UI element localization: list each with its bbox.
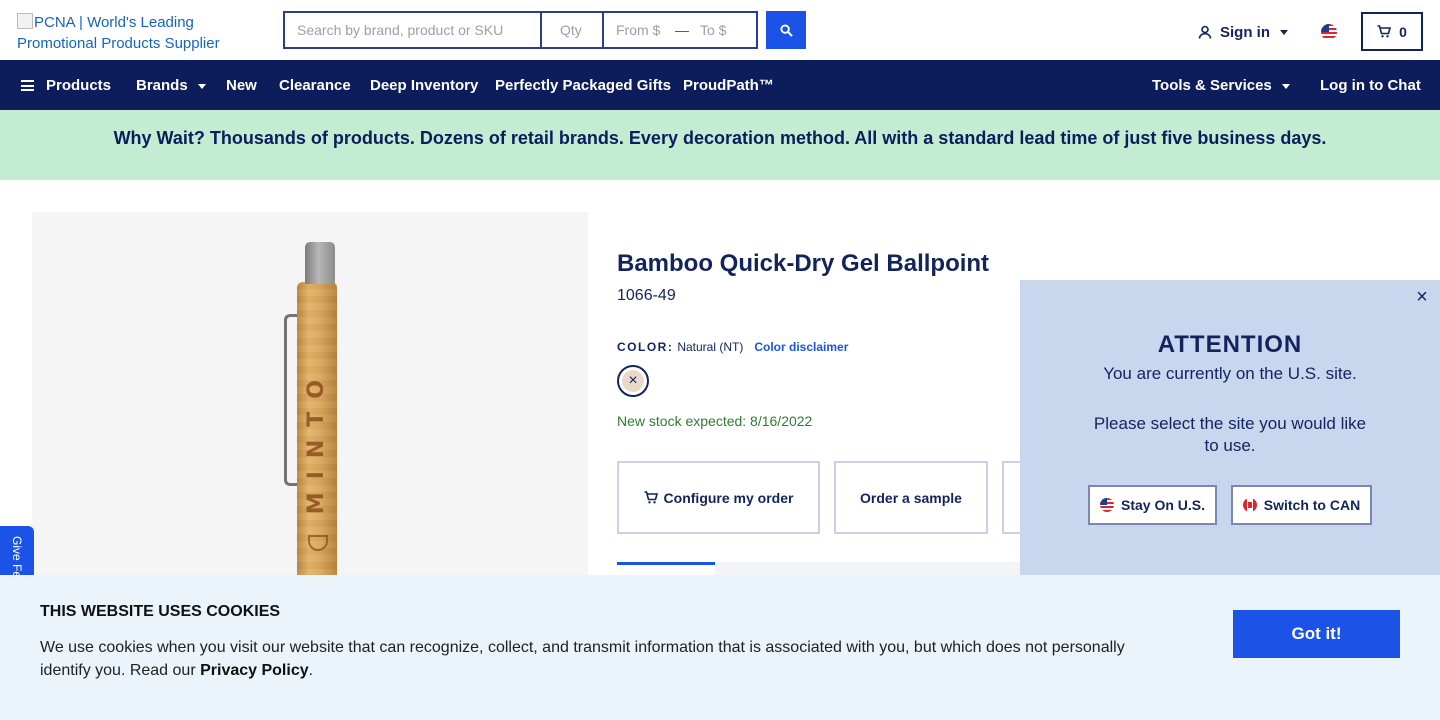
qty-input[interactable]: Qty	[542, 13, 604, 47]
cookie-banner: THIS WEBSITE USES COOKIES We use cookies…	[0, 575, 1440, 720]
site-selector-modal: ATTENTION You are currently on the U.S. …	[1020, 280, 1440, 580]
stock-message: New stock expected: 8/16/2022	[617, 413, 813, 429]
nav-tools-label: Tools & Services	[1152, 76, 1272, 94]
hamburger-icon	[21, 79, 34, 91]
cart-count: 0	[1399, 23, 1407, 40]
chevron-down-icon	[1281, 83, 1290, 89]
order-sample-button[interactable]: Order a sample	[834, 461, 988, 534]
color-value: Natural (NT)	[677, 340, 744, 354]
configure-order-button[interactable]: Configure my order	[617, 461, 820, 534]
product-title: Bamboo Quick-Dry Gel Ballpoint	[617, 250, 990, 277]
product-image[interactable]: MINTO	[32, 212, 588, 582]
nav-proudpath[interactable]: ProudPath™	[683, 60, 774, 110]
product-sku: 1066-49	[617, 287, 676, 304]
pen-clip	[284, 314, 298, 486]
cart-button[interactable]: 0	[1361, 12, 1423, 51]
color-swatch-natural[interactable]	[617, 365, 649, 397]
chevron-down-icon	[197, 83, 206, 89]
flag-us-icon	[1099, 498, 1114, 512]
price-range-separator: —	[675, 22, 689, 38]
user-icon	[1198, 25, 1212, 39]
logo-alt-text: PCNA | World's Leading Promotional Produ…	[17, 14, 220, 52]
cart-icon	[644, 491, 658, 504]
flag-us-icon[interactable]	[1321, 24, 1337, 40]
modal-message-current-site: You are currently on the U.S. site.	[1103, 364, 1357, 383]
tab-bar	[715, 562, 1020, 575]
cookie-text: We use cookies when you visit our websit…	[40, 636, 1150, 682]
nav-new[interactable]: New	[226, 60, 257, 110]
active-tab-indicator	[617, 562, 715, 565]
cookie-title: THIS WEBSITE USES COOKIES	[40, 603, 281, 620]
stay-on-us-label: Stay On U.S.	[1120, 497, 1206, 513]
pen-imprint-text: MINTO	[304, 367, 329, 515]
search-button[interactable]	[766, 11, 806, 49]
close-icon[interactable]: ×	[1413, 287, 1431, 307]
color-disclaimer-link[interactable]: Color disclaimer	[754, 340, 848, 354]
color-label: COLOR:	[617, 340, 674, 354]
nav-deep-inventory[interactable]: Deep Inventory	[370, 60, 478, 110]
color-row: COLOR: Natural (NT) Color disclaimer	[617, 340, 848, 354]
sign-in-menu[interactable]: Sign in	[1198, 20, 1288, 44]
feedback-label: Give Fe	[10, 536, 24, 579]
modal-title: ATTENTION	[1157, 331, 1303, 358]
search-input[interactable]: Search by brand, product or SKU	[285, 13, 542, 47]
main-nav: Products Brands New Clearance Deep Inven…	[0, 60, 1440, 110]
top-header: PCNA | World's Leading Promotional Produ…	[0, 0, 1440, 60]
switch-to-can-button[interactable]: Switch to CAN	[1231, 485, 1372, 525]
chevron-down-icon	[1280, 29, 1288, 35]
promo-banner-text: Why Wait? Thousands of products. Dozens …	[113, 127, 1327, 148]
promo-banner: Why Wait? Thousands of products. Dozens …	[0, 110, 1440, 180]
cookie-accept-button[interactable]: Got it!	[1233, 610, 1400, 658]
nav-tools-services[interactable]: Tools & Services	[1152, 60, 1290, 110]
cart-icon	[1377, 25, 1392, 38]
nav-products-label: Products	[46, 76, 112, 94]
search-form: Search by brand, product or SKU Qty From…	[283, 11, 758, 49]
site-logo[interactable]: PCNA | World's Leading Promotional Produ…	[17, 12, 267, 54]
sign-in-label: Sign in	[1220, 23, 1270, 41]
nav-brands[interactable]: Brands	[136, 60, 206, 110]
search-icon	[779, 23, 793, 37]
log-in-to-chat-link[interactable]: Log in to Chat	[1320, 60, 1421, 110]
modal-message-select: Please select the site you would like to…	[1093, 414, 1367, 455]
broken-image-icon	[17, 13, 33, 29]
cookie-text-end: .	[308, 662, 314, 679]
pen-cap	[305, 242, 335, 284]
nav-perfectly-packaged-gifts[interactable]: Perfectly Packaged Gifts	[495, 60, 671, 110]
price-from-input[interactable]: From $	[604, 13, 672, 47]
nav-brands-label: Brands	[136, 76, 188, 94]
configure-order-label: Configure my order	[663, 489, 794, 506]
nav-products[interactable]: Products	[21, 60, 111, 110]
flag-ca-icon	[1242, 498, 1257, 512]
privacy-policy-link[interactable]: Privacy Policy	[200, 662, 309, 679]
price-to-input[interactable]: To $	[692, 13, 752, 47]
switch-to-can-label: Switch to CAN	[1263, 497, 1361, 513]
nav-clearance[interactable]: Clearance	[279, 60, 351, 110]
stay-on-us-button[interactable]: Stay On U.S.	[1088, 485, 1217, 525]
